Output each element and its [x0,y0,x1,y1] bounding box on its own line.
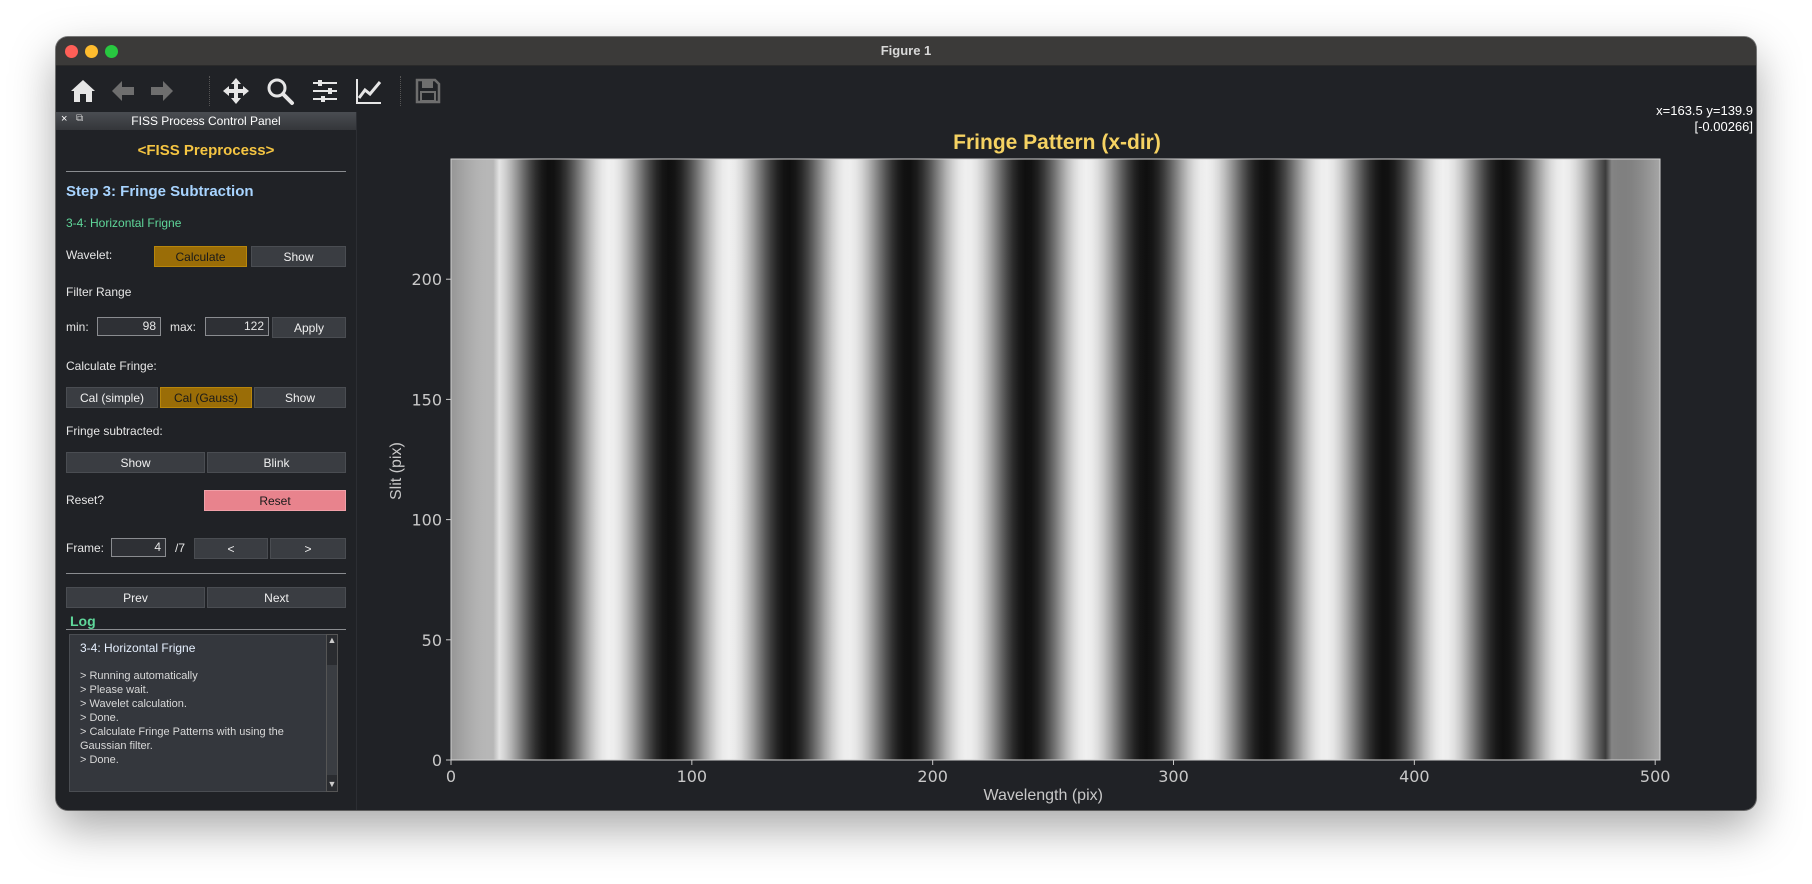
y-tick-label: 50 [422,631,442,650]
x-tick-label: 400 [1399,767,1430,786]
x-tick-label: 300 [1158,767,1189,786]
x-tick-label: 100 [677,767,708,786]
x-tick-label: 500 [1640,767,1671,786]
y-tick-label: 150 [411,390,442,409]
y-tick-label: 100 [411,511,442,530]
y-tick-label: 0 [432,751,442,770]
x-axis-label: Wavelength (pix) [983,787,1103,804]
y-tick-label: 200 [411,270,442,289]
plot-image[interactable] [450,158,1661,761]
y-axis-label: Slit (pix) [388,441,405,500]
x-tick-label: 0 [446,767,456,786]
fringe-pattern-plot[interactable]: 0 100 200 300 400 500 0 50 100 150 200 [0,0,1812,884]
x-tick-label: 200 [917,767,948,786]
